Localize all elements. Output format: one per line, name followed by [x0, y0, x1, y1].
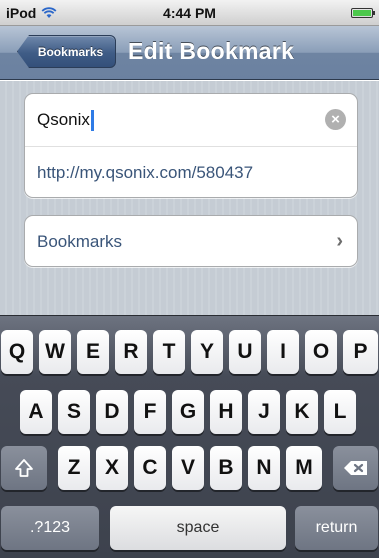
numbers-key[interactable]: .?123: [1, 506, 99, 550]
key-j[interactable]: J: [248, 390, 280, 434]
key-s[interactable]: S: [58, 390, 90, 434]
folder-row[interactable]: Bookmarks ›: [25, 216, 357, 268]
key-i[interactable]: I: [267, 330, 299, 374]
chevron-right-icon: ›: [336, 230, 343, 252]
key-p[interactable]: P: [343, 330, 378, 374]
space-key[interactable]: space: [110, 506, 286, 550]
key-a[interactable]: A: [20, 390, 52, 434]
url-field-value[interactable]: http://my.qsonix.com/580437: [37, 163, 253, 183]
text-cursor: [90, 109, 94, 131]
title-text: Qsonix: [37, 110, 90, 129]
key-o[interactable]: O: [305, 330, 337, 374]
keyboard: Q W E R T Y U I O P A S D F G H J K L Z …: [0, 315, 379, 558]
shift-icon[interactable]: [1, 446, 47, 490]
key-t[interactable]: T: [153, 330, 185, 374]
key-b[interactable]: B: [210, 446, 242, 490]
key-e[interactable]: E: [77, 330, 109, 374]
key-y[interactable]: Y: [191, 330, 223, 374]
back-button[interactable]: Bookmarks: [17, 35, 116, 68]
key-v[interactable]: V: [172, 446, 204, 490]
navigation-bar: Bookmarks Edit Bookmark: [0, 26, 379, 80]
battery-icon: [351, 8, 375, 18]
key-q[interactable]: Q: [1, 330, 33, 374]
folder-label: Bookmarks: [37, 232, 123, 251]
title-field[interactable]: Qsonix ×: [25, 94, 357, 146]
key-k[interactable]: K: [286, 390, 318, 434]
key-h[interactable]: H: [210, 390, 242, 434]
carrier-label: iPod: [6, 4, 37, 21]
key-z[interactable]: Z: [58, 446, 90, 490]
key-r[interactable]: R: [115, 330, 147, 374]
key-l[interactable]: L: [324, 390, 356, 434]
status-bar: iPod 4:44 PM: [0, 0, 379, 26]
battery-fill: [353, 10, 371, 16]
key-d[interactable]: D: [96, 390, 128, 434]
key-n[interactable]: N: [248, 446, 280, 490]
page-title: Edit Bookmark: [128, 38, 295, 64]
key-f[interactable]: F: [134, 390, 166, 434]
bookmark-fields-group: Qsonix × http://my.qsonix.com/580437: [24, 93, 358, 198]
folder-group: Bookmarks ›: [24, 215, 358, 267]
key-u[interactable]: U: [229, 330, 261, 374]
return-key[interactable]: return: [295, 506, 378, 550]
edit-bookmark-form: Qsonix × http://my.qsonix.com/580437 Boo…: [0, 81, 379, 315]
key-w[interactable]: W: [39, 330, 71, 374]
key-m[interactable]: M: [286, 446, 322, 490]
key-c[interactable]: C: [134, 446, 166, 490]
clear-icon[interactable]: ×: [325, 109, 346, 130]
wifi-icon: [41, 6, 57, 18]
delete-icon[interactable]: [333, 446, 378, 490]
url-field[interactable]: http://my.qsonix.com/580437: [25, 146, 357, 198]
key-g[interactable]: G: [172, 390, 204, 434]
title-field-value[interactable]: Qsonix: [37, 109, 94, 131]
status-carrier: iPod: [6, 5, 57, 21]
key-x[interactable]: X: [96, 446, 128, 490]
